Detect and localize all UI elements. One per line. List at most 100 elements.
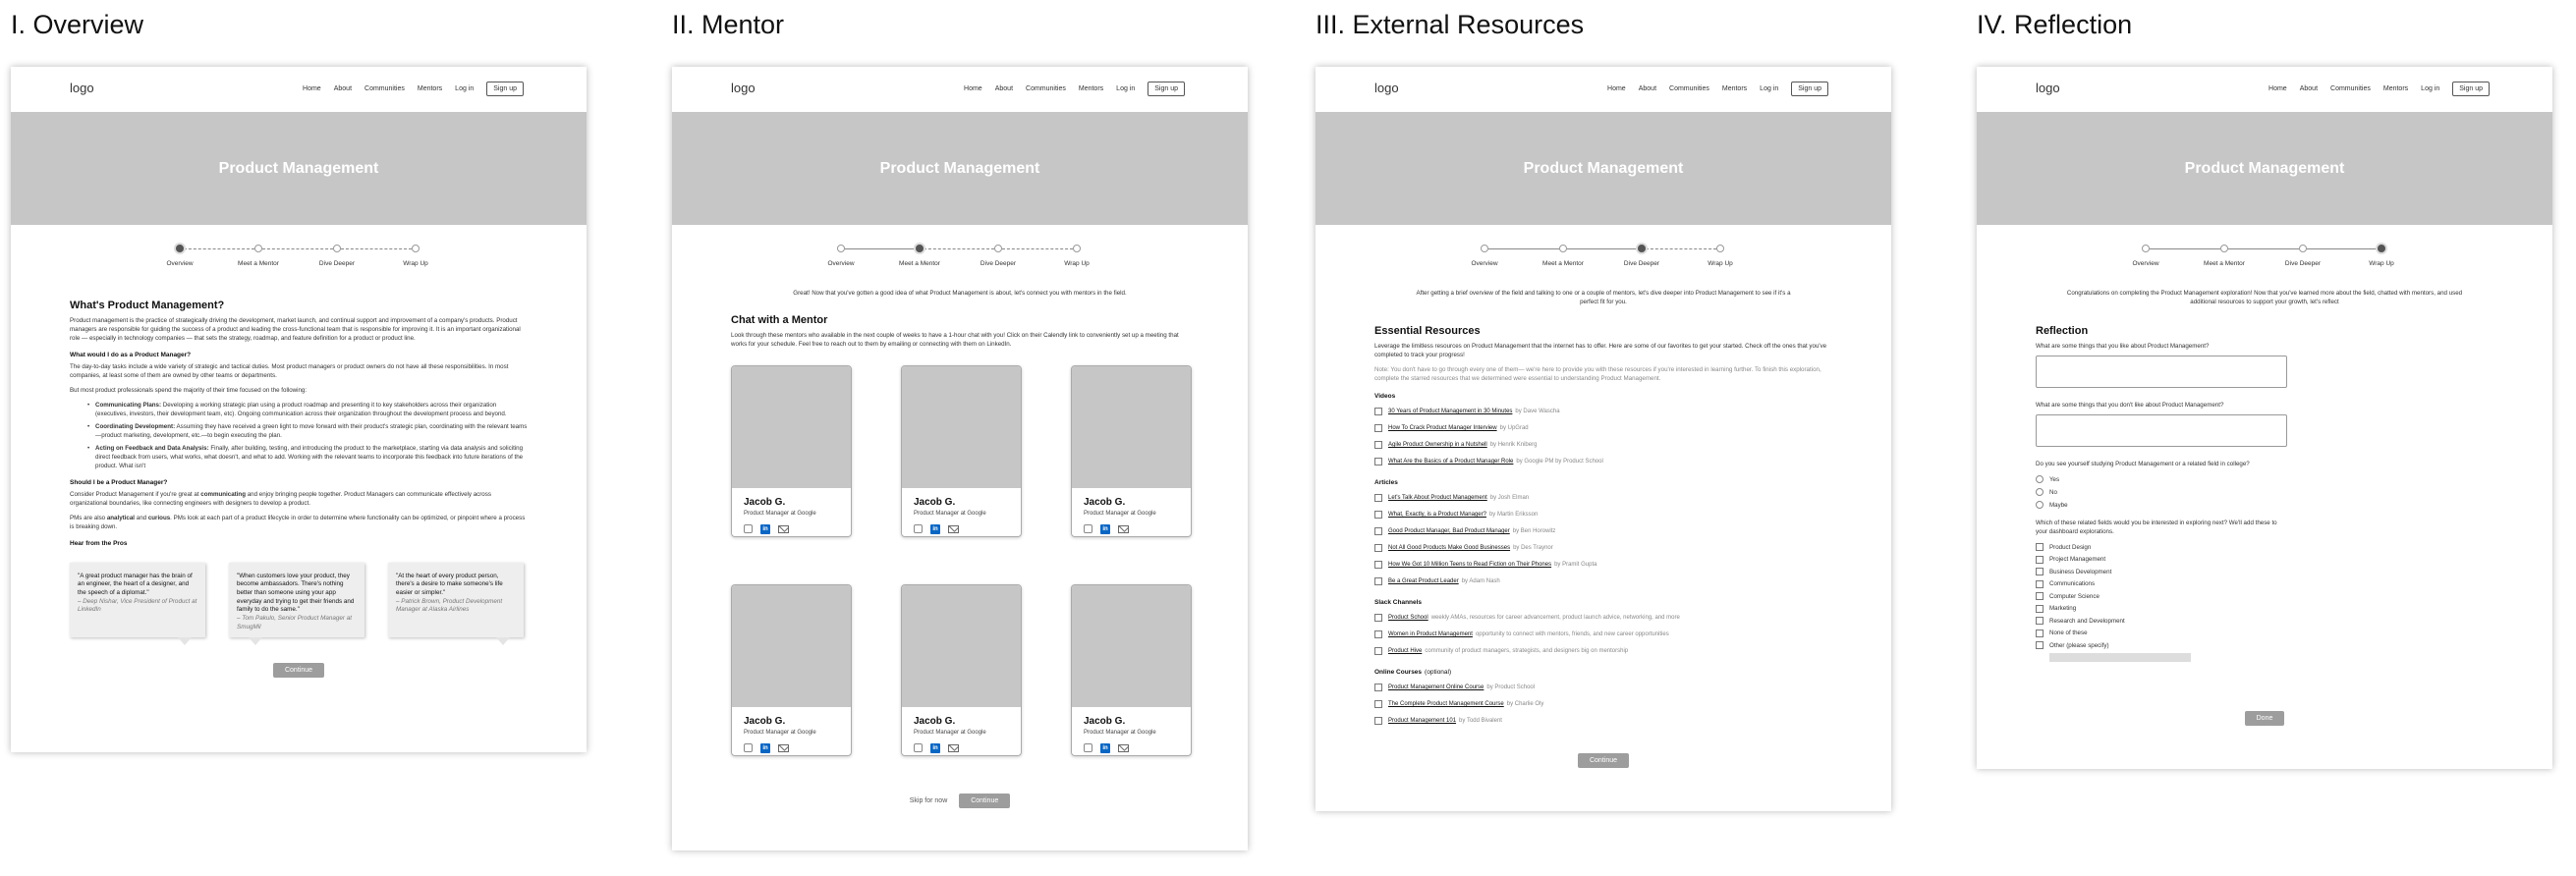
field-checkbox-item[interactable]: None of these	[2036, 627, 2493, 639]
progress-dot-overview[interactable]	[837, 245, 845, 252]
linkedin-icon[interactable]: in	[760, 742, 770, 753]
radio-yes[interactable]: Yes	[2036, 473, 2493, 486]
nav-home[interactable]: Home	[303, 85, 321, 92]
calendly-icon[interactable]	[744, 524, 753, 534]
field-checkbox-item[interactable]: Computer Science	[2036, 590, 2493, 603]
linkedin-icon[interactable]: in	[1100, 523, 1110, 534]
resource-link[interactable]: Not All Good Products Make Good Business…	[1388, 545, 1510, 551]
resource-checkbox[interactable]	[1374, 527, 1382, 536]
resource-checkbox[interactable]	[1374, 614, 1382, 623]
field-checkbox-item[interactable]: Research and Development	[2036, 615, 2493, 628]
signup-button[interactable]: Sign up	[1148, 82, 1185, 96]
progress-dot-mentor[interactable]	[916, 245, 924, 252]
resource-checkbox[interactable]	[1374, 577, 1382, 586]
field-checkbox-item[interactable]: Other (please specify)	[2036, 639, 2493, 652]
linkedin-icon[interactable]: in	[930, 742, 940, 753]
nav-about[interactable]: About	[1639, 85, 1656, 92]
resource-link[interactable]: Product School	[1388, 615, 1428, 621]
nav-mentors[interactable]: Mentors	[418, 85, 442, 92]
progress-dot-mentor[interactable]	[2220, 245, 2228, 252]
continue-button[interactable]: Continue	[272, 662, 325, 678]
resource-link[interactable]: Women in Product Management	[1388, 631, 1473, 637]
nav-communities[interactable]: Communities	[364, 85, 405, 92]
progress-dot-overview[interactable]	[1481, 245, 1488, 252]
progress-dot-overview[interactable]	[2142, 245, 2150, 252]
resource-checkbox[interactable]	[1374, 494, 1382, 503]
email-icon[interactable]	[948, 743, 959, 752]
field-checkbox-item[interactable]: Project Management	[2036, 553, 2493, 566]
progress-dot-mentor[interactable]	[254, 245, 262, 252]
resource-link[interactable]: Product Hive	[1388, 648, 1422, 654]
resource-link[interactable]: How To Crack Product Manager Interview	[1388, 425, 1497, 431]
email-icon[interactable]	[778, 743, 789, 752]
signup-button[interactable]: Sign up	[1791, 82, 1828, 96]
resource-checkbox[interactable]	[1374, 408, 1382, 416]
field-checkbox-item[interactable]: Marketing	[2036, 602, 2493, 615]
email-icon[interactable]	[1118, 743, 1129, 752]
logo[interactable]: logo	[1374, 81, 1399, 95]
radio-maybe[interactable]: Maybe	[2036, 499, 2493, 512]
nav-communities[interactable]: Communities	[1026, 85, 1066, 92]
nav-home[interactable]: Home	[964, 85, 982, 92]
linkedin-icon[interactable]: in	[1100, 742, 1110, 753]
nav-about[interactable]: About	[2300, 85, 2318, 92]
resource-link[interactable]: What Are the Basics of a Product Manager…	[1388, 459, 1513, 465]
nav-communities[interactable]: Communities	[2330, 85, 2371, 92]
resource-checkbox[interactable]	[1374, 561, 1382, 570]
progress-dot-dive[interactable]	[333, 245, 341, 252]
resource-link[interactable]: What, Exactly, is a Product Manager?	[1388, 512, 1486, 518]
resource-link[interactable]: The Complete Product Management Course	[1388, 701, 1504, 707]
resource-checkbox[interactable]	[1374, 630, 1382, 639]
nav-about[interactable]: About	[995, 85, 1013, 92]
nav-home[interactable]: Home	[2268, 85, 2287, 92]
field-checkbox-item[interactable]: Communications	[2036, 577, 2493, 590]
linkedin-icon[interactable]: in	[760, 523, 770, 534]
nav-login[interactable]: Log in	[455, 85, 474, 92]
logo[interactable]: logo	[2036, 81, 2060, 95]
resource-link[interactable]: Good Product Manager, Bad Product Manage…	[1388, 528, 1510, 534]
progress-dot-mentor[interactable]	[1559, 245, 1567, 252]
mentor-card[interactable]: Jacob G. Product Manager at Google in	[1071, 583, 1192, 756]
nav-home[interactable]: Home	[1607, 85, 1626, 92]
mentor-card[interactable]: Jacob G. Product Manager at Google in	[901, 583, 1022, 756]
nav-login[interactable]: Log in	[1116, 85, 1135, 92]
resource-link[interactable]: Let's Talk About Product Management	[1388, 495, 1487, 501]
radio-no[interactable]: No	[2036, 486, 2493, 499]
field-checkbox-item[interactable]: Product Design	[2036, 541, 2493, 554]
dislikes-textarea[interactable]	[2036, 413, 2287, 447]
progress-dot-dive[interactable]	[994, 245, 1002, 252]
resource-checkbox[interactable]	[1374, 441, 1382, 450]
field-checkbox-item[interactable]: Business Development	[2036, 566, 2493, 578]
continue-button[interactable]: Continue	[959, 793, 1011, 808]
progress-dot-wrap[interactable]	[1073, 245, 1081, 252]
resource-checkbox[interactable]	[1374, 684, 1382, 692]
skip-link[interactable]: Skip for now	[910, 797, 948, 804]
other-input[interactable]	[2049, 653, 2191, 663]
progress-dot-wrap[interactable]	[412, 245, 420, 252]
nav-about[interactable]: About	[334, 85, 352, 92]
resource-link[interactable]: Be a Great Product Leader	[1388, 578, 1459, 584]
resource-checkbox[interactable]	[1374, 717, 1382, 726]
nav-communities[interactable]: Communities	[1669, 85, 1709, 92]
progress-dot-wrap[interactable]	[2378, 245, 2385, 252]
resource-checkbox[interactable]	[1374, 700, 1382, 709]
resource-checkbox[interactable]	[1374, 544, 1382, 553]
continue-button[interactable]: Continue	[1577, 752, 1630, 768]
email-icon[interactable]	[948, 524, 959, 533]
calendly-icon[interactable]	[744, 743, 753, 753]
logo[interactable]: logo	[731, 81, 756, 95]
calendly-icon[interactable]	[914, 743, 923, 753]
mentor-card[interactable]: Jacob G. Product Manager at Google in	[731, 583, 852, 756]
mentor-card[interactable]: Jacob G. Product Manager at Google in	[901, 364, 1022, 537]
resource-checkbox[interactable]	[1374, 458, 1382, 466]
linkedin-icon[interactable]: in	[930, 523, 940, 534]
calendly-icon[interactable]	[914, 524, 923, 534]
resource-checkbox[interactable]	[1374, 511, 1382, 520]
nav-mentors[interactable]: Mentors	[1079, 85, 1103, 92]
resource-link[interactable]: 30 Years of Product Management in 30 Min…	[1388, 409, 1512, 414]
logo[interactable]: logo	[70, 81, 94, 95]
done-button[interactable]: Done	[2244, 711, 2285, 727]
signup-button[interactable]: Sign up	[486, 82, 524, 96]
resource-link[interactable]: Product Management 101	[1388, 718, 1456, 724]
progress-dot-wrap[interactable]	[1716, 245, 1724, 252]
